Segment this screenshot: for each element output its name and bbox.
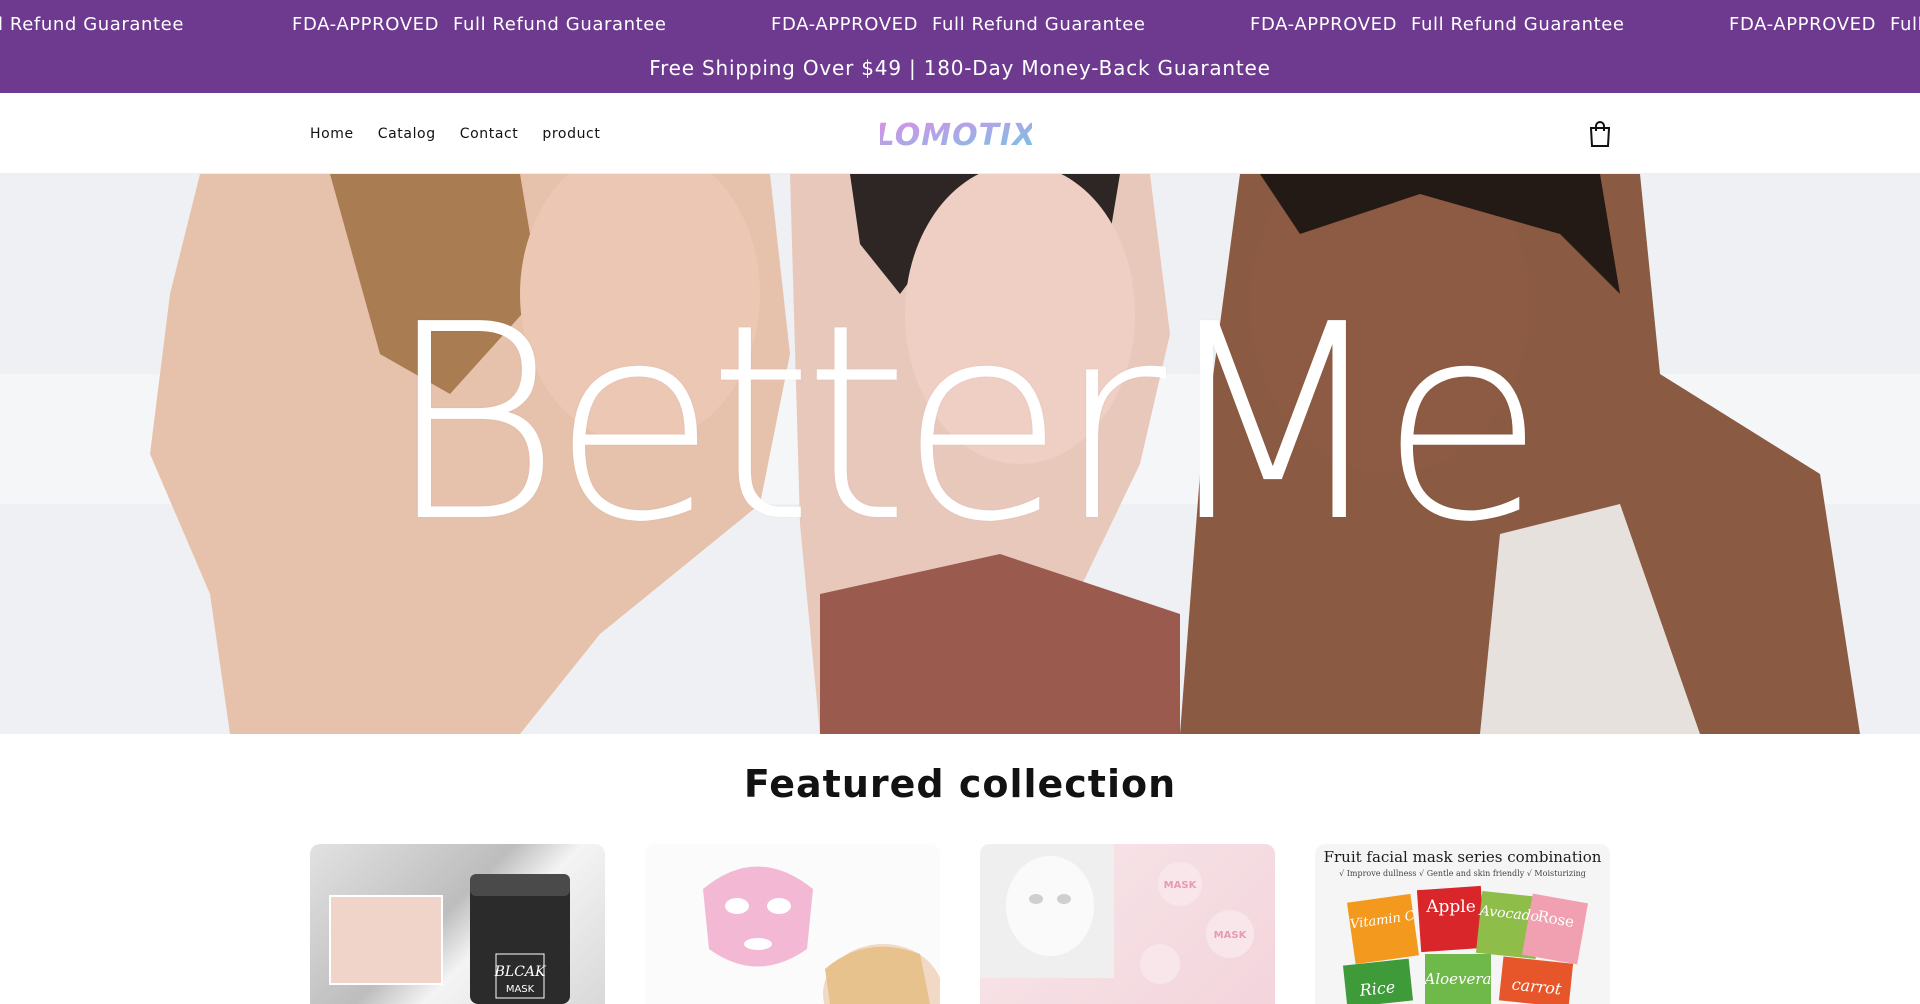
marquee-item: Full <box>1890 14 1920 35</box>
hero-banner[interactable]: BetterMe <box>0 174 1920 734</box>
product-image: BLCAK MASK <box>329 874 570 1004</box>
site-header: Home Catalog Contact product LOMOTIX <box>0 93 1920 174</box>
hero-title: BetterMe <box>384 266 1546 581</box>
marquee-item: FDA-APPROVED <box>1250 14 1398 35</box>
product-card[interactable]: BLCAK MASK <box>310 844 605 1004</box>
brand-logo[interactable]: LOMOTIX <box>880 117 1032 151</box>
product-card[interactable] <box>645 844 940 1004</box>
svg-text:Aloevera: Aloevera <box>1422 970 1491 988</box>
logo-text: LOMOTIX <box>880 118 1032 151</box>
product-image <box>703 866 940 1004</box>
marquee-item: Full Refund Guarantee <box>453 14 667 35</box>
product-image: Vitamin C Apple Avocado Rose Rice Aloeve… <box>1342 885 1588 1004</box>
cart-button[interactable] <box>1586 119 1614 149</box>
product-card[interactable]: Fruit facial mask series combination √ I… <box>1315 844 1610 1004</box>
nav-catalog[interactable]: Catalog <box>378 126 436 142</box>
svg-text:Rice: Rice <box>1358 977 1396 1000</box>
announcement-bar: l Refund Guarantee FDA-APPROVED Full Ref… <box>0 0 1920 93</box>
product-grid: BLCAK MASK MASK MASK Fruit facial mask s… <box>310 844 1610 1004</box>
svg-text:Apple: Apple <box>1425 897 1476 917</box>
shopping-bag-icon <box>1589 121 1611 147</box>
svg-text:MASK: MASK <box>506 984 535 995</box>
nav-contact[interactable]: Contact <box>460 126 519 142</box>
main-nav: Home Catalog Contact product <box>310 93 600 174</box>
marquee-item: FDA-APPROVED <box>1729 14 1877 35</box>
marquee-item: FDA-APPROVED <box>292 14 440 35</box>
product-image: MASK MASK <box>980 844 1254 984</box>
announcement-marquee: l Refund Guarantee FDA-APPROVED Full Ref… <box>0 0 1920 50</box>
nav-home[interactable]: Home <box>310 126 354 142</box>
marquee-item: FDA-APPROVED <box>771 14 919 35</box>
featured-collection-heading: Featured collection <box>743 762 1177 806</box>
marquee-item: l Refund Guarantee <box>0 14 185 35</box>
svg-text:MASK: MASK <box>1214 930 1248 941</box>
shipping-banner: Free Shipping Over $49 | 180-Day Money-B… <box>649 56 1271 80</box>
marquee-item: Full Refund Guarantee <box>1411 14 1625 35</box>
svg-text:MASK: MASK <box>1164 880 1198 891</box>
marquee-item: Full Refund Guarantee <box>932 14 1146 35</box>
svg-text:BLCAK: BLCAK <box>494 964 547 980</box>
product-card[interactable]: MASK MASK <box>980 844 1275 1004</box>
nav-product[interactable]: product <box>542 126 600 142</box>
